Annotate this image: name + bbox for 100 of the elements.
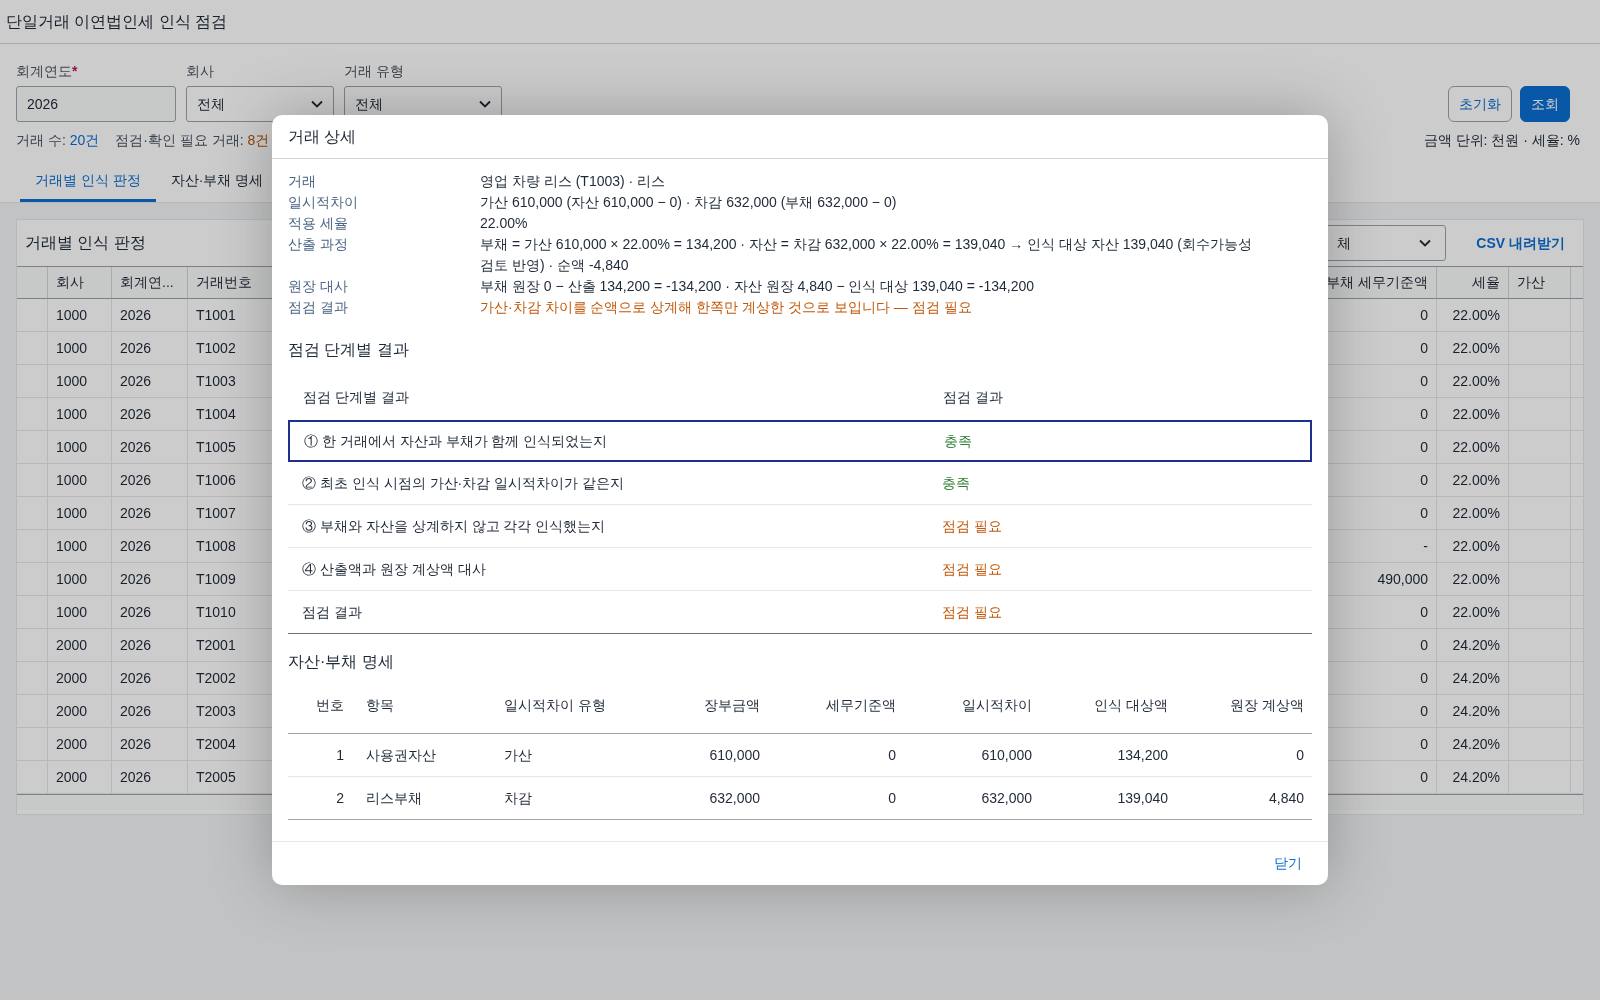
table-cell: 2026 <box>112 332 188 364</box>
table-cell: 2026 <box>112 662 188 694</box>
column-header: 번호 <box>315 696 345 715</box>
table-cell: 1000 <box>48 431 112 463</box>
table-cell: 22.00% <box>1437 299 1509 331</box>
table-cell-text: 차감 <box>503 788 533 808</box>
close-button[interactable]: 닫기 <box>1274 853 1302 874</box>
table-cell: 22.00% <box>1437 596 1509 628</box>
select-field[interactable]: 전체 <box>186 86 334 122</box>
field-label: 회계연도 <box>16 61 72 81</box>
table-cell-text: 2 <box>335 788 345 808</box>
table-cell: 2026 <box>112 728 188 760</box>
table-cell: 22.00% <box>1437 530 1509 562</box>
detail-value: 영업 차량 리스 (T1003) · 리스 <box>480 172 667 191</box>
column-header: 점검 단계별 결과 <box>302 387 410 407</box>
input-field[interactable]: 2026 <box>16 86 176 122</box>
required-mark: * <box>72 61 78 81</box>
table-cell: 1000 <box>48 332 112 364</box>
reset-button[interactable]: 초기화 <box>1448 86 1512 122</box>
search-button[interactable]: 조회 <box>1520 86 1570 122</box>
table-cell: 2000 <box>48 695 112 727</box>
table-cell-text: 610,000 <box>980 745 1033 765</box>
table-cell-text: 가산 <box>503 745 533 765</box>
table-cell: 2026 <box>112 398 188 430</box>
detail-label: 원장 대사 <box>288 277 349 296</box>
detail-value: 가산 610,000 (자산 610,000 − 0) · 차감 632,000 (부채 632,000 − 0) <box>480 193 898 212</box>
table-cell: 2000 <box>48 761 112 793</box>
step-row[interactable]: ② 최초 인식 시점의 가산·차감 일시적차이가 같은지 충족 <box>288 462 1312 505</box>
table-cell: 1000 <box>48 596 112 628</box>
column-header: 일시적차이 유형 <box>503 696 607 715</box>
table-cell: 2000 <box>48 662 112 694</box>
step-result: 점검 필요 <box>941 602 1003 622</box>
table-cell: 1000 <box>48 563 112 595</box>
table-cell-text: 0 <box>887 788 897 808</box>
column-header: 일시적차이 <box>961 696 1033 715</box>
table-cell-text: 0 <box>1295 745 1305 765</box>
table-cell: 2026 <box>112 563 188 595</box>
step-row[interactable]: 점검 결과 점검 필요 <box>288 591 1312 634</box>
table-cell: 2026 <box>112 497 188 529</box>
table-cell-text: 4,840 <box>1267 788 1305 808</box>
chevron-down-icon <box>311 100 323 108</box>
column-header: 회계연... <box>112 267 188 298</box>
detail-label: 산출 과정 <box>288 235 349 254</box>
column-header: 장부금액 <box>703 696 761 715</box>
table-cell: 2026 <box>112 464 188 496</box>
field-label: 회사 <box>186 61 214 81</box>
table-cell: 2000 <box>48 728 112 760</box>
step-text: ① 한 거래에서 자산과 부채가 함께 인식되었는지 <box>303 431 609 451</box>
step-text: ④ 산출액과 원장 계상액 대사 <box>301 559 487 579</box>
table-cell: 24.20% <box>1437 728 1509 760</box>
step-text: ③ 부채와 자산을 상계하지 않고 각각 인식했는지 <box>301 516 607 536</box>
table-cell: 24.20% <box>1437 695 1509 727</box>
step-result: 점검 필요 <box>941 516 1003 536</box>
table-cell: 22.00% <box>1437 431 1509 463</box>
column-header: 점검 결과 <box>942 387 1004 407</box>
column-header: 세무기준액 <box>825 696 897 715</box>
table-cell-text: 0 <box>887 745 897 765</box>
table-cell: 1000 <box>48 530 112 562</box>
detail-label: 일시적차이 <box>288 193 359 212</box>
table-cell: 2026 <box>112 299 188 331</box>
table-cell: 2026 <box>112 761 188 793</box>
chevron-down-icon <box>479 100 491 108</box>
table-cell: 22.00% <box>1437 563 1509 595</box>
table-cell: 2026 <box>112 365 188 397</box>
csv-download-link[interactable]: CSV 내려받기 <box>1476 232 1565 254</box>
step-result: 충족 <box>943 431 973 451</box>
chevron-down-icon <box>1419 239 1432 247</box>
table-cell: 2026 <box>112 695 188 727</box>
section-title: 점검 단계별 결과 <box>288 340 410 360</box>
table-cell: 2026 <box>112 431 188 463</box>
column-header: 회사 <box>48 267 112 298</box>
column-header: 원장 계상액 <box>1229 696 1305 715</box>
table-cell: 22.00% <box>1437 398 1509 430</box>
step-row[interactable]: ③ 부채와 자산을 상계하지 않고 각각 인식했는지 점검 필요 <box>288 505 1312 548</box>
table-cell: 22.00% <box>1437 497 1509 529</box>
detail-value: 부채 원장 0 − 산출 134,200 = -134,200 · 자산 원장 4,840 − 인식 대상 139,040 = -134,200 <box>480 277 1036 296</box>
table-cell-text: 사용권자산 <box>365 745 437 765</box>
table-cell: 2026 <box>112 596 188 628</box>
detail-value: 22.00% <box>480 214 529 233</box>
step-row[interactable]: ① 한 거래에서 자산과 부채가 함께 인식되었는지 충족 <box>288 420 1312 462</box>
step-result: 점검 필요 <box>941 559 1003 579</box>
table-cell-text: 632,000 <box>980 788 1033 808</box>
table-cell: 1000 <box>48 299 112 331</box>
table-cell: 2000 <box>48 629 112 661</box>
column-header: 세율 <box>1437 267 1509 298</box>
table-cell-text: 610,000 <box>708 745 761 765</box>
step-row[interactable]: ④ 산출액과 원장 계상액 대사 점검 필요 <box>288 548 1312 591</box>
dialog-title: 거래 상세 <box>288 126 357 147</box>
column-header: 항목 <box>365 696 395 715</box>
detail-label: 거래 <box>288 172 317 191</box>
table-cell-text: 134,200 <box>1116 745 1169 765</box>
column-header: 인식 대상액 <box>1093 696 1169 715</box>
field-label: 거래 유형 <box>344 61 404 81</box>
column-header: 가산 <box>1509 267 1571 298</box>
step-result: 충족 <box>941 473 971 493</box>
summary-text: 거래 수: 20건 <box>16 130 100 150</box>
table-cell: 1000 <box>48 497 112 529</box>
table-cell: 1000 <box>48 365 112 397</box>
detail-value: 가산·차감 차이를 순액으로 상계해 한쪽만 계상한 것으로 보입니다 — 점검 필요 <box>480 298 973 317</box>
section-title: 자산·부채 명세 <box>288 652 395 672</box>
